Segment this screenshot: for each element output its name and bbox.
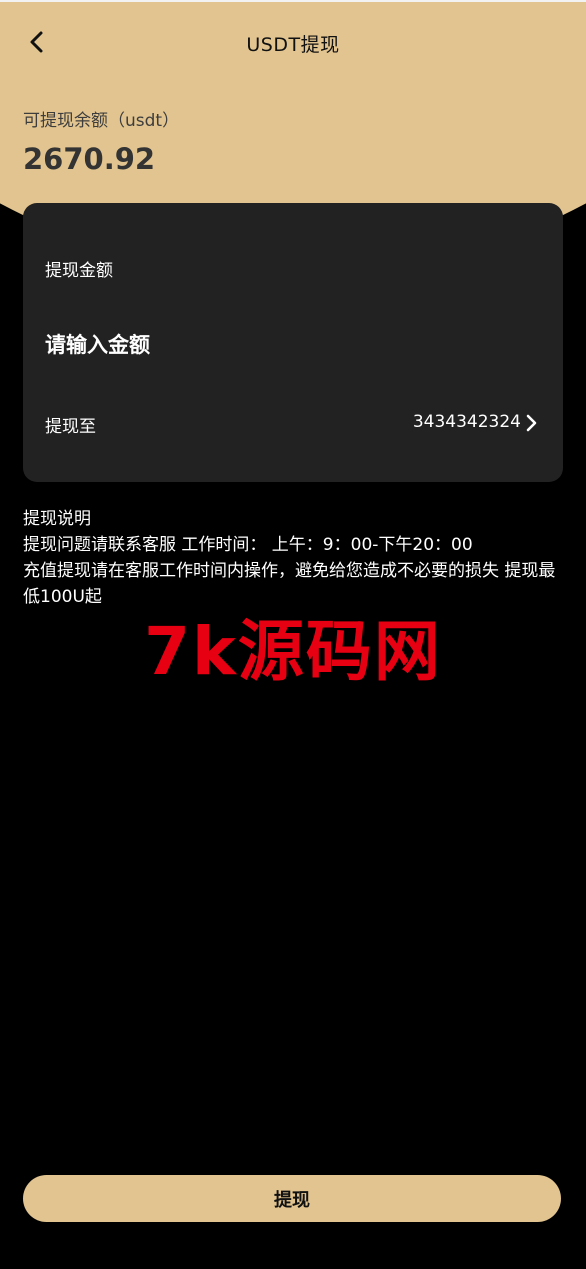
notes-title: 提现说明	[23, 509, 91, 529]
chevron-right-icon	[523, 413, 539, 433]
balance-label: 可提现余额（usdt）	[23, 111, 180, 131]
amount-label: 提现金额	[45, 261, 113, 281]
amount-input[interactable]	[45, 325, 535, 365]
balance-value: 2670.92	[23, 142, 156, 176]
withdraw-destination-row[interactable]: 提现至 3434342324	[23, 407, 563, 439]
page-title: USDT提现	[246, 34, 340, 56]
watermark-text: 7k源码网	[144, 613, 442, 690]
withdraw-card: 提现金额 提现至 3434342324	[23, 203, 563, 482]
withdraw-page: USDT提现 可提现余额（usdt） 2670.92 提现金额 提现至 3434…	[0, 0, 586, 1269]
destination-value: 3434342324	[412, 412, 521, 432]
withdraw-notes: 提现说明 提现问题请联系客服 工作时间： 上午：9：00-下午20：00 充值提…	[23, 506, 558, 610]
notes-line-hours: 提现问题请联系客服 工作时间： 上午：9：00-下午20：00	[23, 535, 473, 555]
destination-label: 提现至	[45, 417, 96, 437]
submit-withdraw-button[interactable]: 提现	[23, 1175, 561, 1222]
status-divider	[0, 0, 586, 2]
nav-bar: USDT提现	[0, 22, 586, 62]
